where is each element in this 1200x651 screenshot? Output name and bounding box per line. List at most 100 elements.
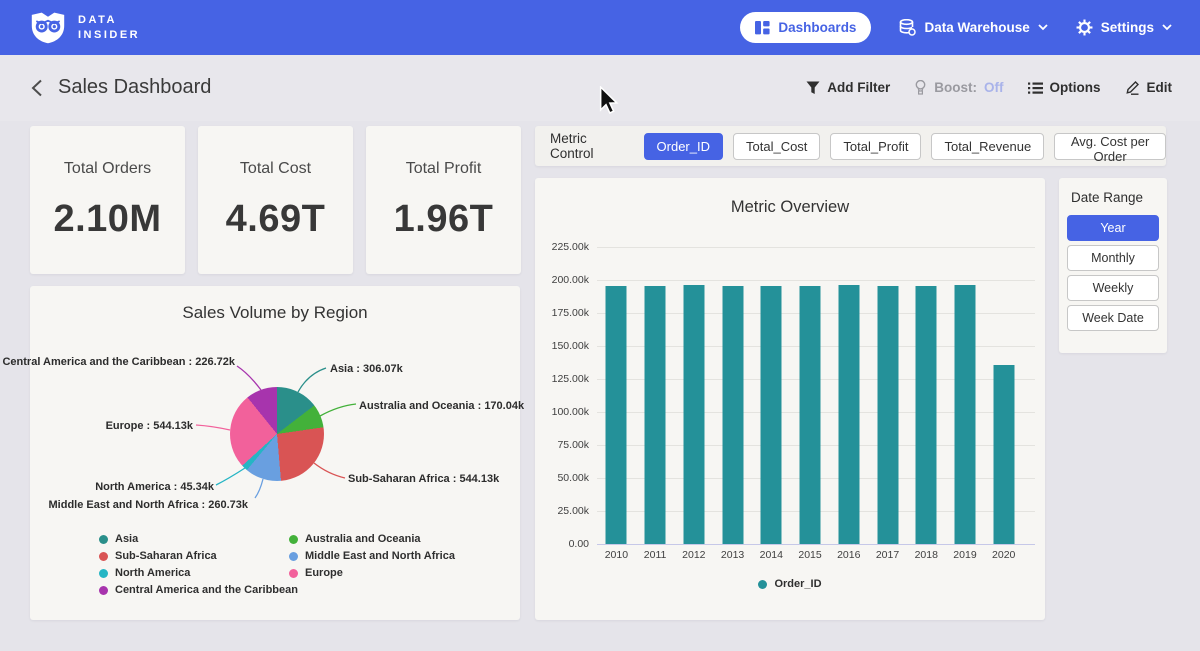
date-range-year[interactable]: Year	[1067, 215, 1159, 241]
add-filter-button[interactable]: Add Filter	[806, 80, 890, 95]
pie-legend-column: Australia and Oceania Middle East and Nor…	[289, 533, 455, 579]
legend-dot	[99, 586, 108, 595]
x-tick-label: 2013	[713, 549, 752, 561]
pie-leader-line	[320, 404, 356, 416]
bar-2015[interactable]	[800, 286, 821, 544]
bar-2016[interactable]	[838, 285, 859, 544]
bar-2010[interactable]	[606, 286, 627, 544]
options-button[interactable]: Options	[1028, 80, 1101, 95]
bar-chart-x-axis: 2010201120122013201420152016201720182019…	[597, 549, 1023, 561]
boost-state: Off	[984, 80, 1004, 95]
bar-chart-y-axis: 0.0025.00k50.00k75.00k100.00k125.00k150.…	[535, 247, 589, 544]
pie-leader-line	[255, 479, 263, 498]
pie-callout-europe: Europe : 544.13k	[106, 420, 193, 432]
kpi-card-total-cost: Total Cost 4.69T	[198, 126, 353, 274]
options-list-icon	[1028, 82, 1043, 94]
pie-legend-label: Asia	[115, 533, 138, 545]
kpi-label: Total Cost	[240, 160, 311, 178]
nav-dashboards-label: Dashboards	[778, 20, 856, 35]
nav-settings[interactable]: Settings	[1076, 19, 1172, 36]
edit-label: Edit	[1147, 80, 1173, 95]
legend-dot	[758, 580, 767, 589]
date-range-week-date[interactable]: Week Date	[1067, 305, 1159, 331]
bar-slot-2016	[829, 247, 868, 544]
y-tick-label: 25.00k	[557, 505, 589, 517]
date-range-weekly[interactable]: Weekly	[1067, 275, 1159, 301]
x-tick-label: 2016	[829, 549, 868, 561]
top-navigation: Dashboards Data Warehouse	[740, 0, 1172, 55]
pie-legend-item-australia-and-oceania[interactable]: Australia and Oceania	[289, 533, 455, 545]
pie-callout-asia: Asia : 306.07k	[330, 363, 403, 375]
x-tick-label: 2018	[907, 549, 946, 561]
y-tick-label: 175.00k	[552, 307, 589, 319]
pie-callout-north-america: North America : 45.34k	[95, 481, 214, 493]
legend-dot	[289, 552, 298, 561]
pie-chart[interactable]	[230, 387, 324, 481]
bar-slot-2014	[752, 247, 791, 544]
y-tick-label: 200.00k	[552, 274, 589, 286]
edit-button[interactable]: Edit	[1125, 80, 1173, 95]
legend-dot	[99, 552, 108, 561]
chevron-down-icon	[1162, 24, 1172, 31]
bar-2019[interactable]	[954, 285, 975, 544]
pie-leader-line	[196, 425, 230, 430]
pie-callout-australia-and-oceania: Australia and Oceania : 170.04k	[359, 400, 524, 412]
bar-2011[interactable]	[645, 286, 666, 544]
pie-leader-line	[216, 468, 245, 485]
bar-2018[interactable]	[916, 286, 937, 544]
bar-legend-item-order-id[interactable]: Order_ID	[758, 578, 821, 590]
add-filter-label: Add Filter	[827, 80, 890, 95]
kpi-label: Total Orders	[64, 160, 151, 178]
x-tick-label: 2014	[752, 549, 791, 561]
date-range-title: Date Range	[1071, 190, 1159, 205]
boost-toggle[interactable]: Boost: Off	[914, 80, 1003, 95]
metric-chip-total-revenue[interactable]: Total_Revenue	[931, 133, 1044, 160]
pie-legend-item-middle-east-and-north-africa[interactable]: Middle East and North Africa	[289, 550, 455, 562]
bar-2020[interactable]	[993, 365, 1014, 544]
metric-chip-avg-cost-per-order[interactable]: Avg. Cost per Order	[1054, 133, 1166, 160]
pie-legend-label: Middle East and North Africa	[305, 550, 455, 562]
kpi-value: 4.69T	[226, 198, 326, 241]
legend-dot	[289, 569, 298, 578]
top-navbar: DATA INSIDER Dashboards Data Warehouse	[0, 0, 1200, 55]
bar-slot-2012	[674, 247, 713, 544]
bar-2017[interactable]	[877, 286, 898, 544]
date-range-monthly[interactable]: Monthly	[1067, 245, 1159, 271]
bar-slot-2015	[791, 247, 830, 544]
brand-logo[interactable]: DATA INSIDER	[30, 11, 140, 44]
nav-data-warehouse[interactable]: Data Warehouse	[899, 19, 1047, 36]
bar-chart-title: Metric Overview	[535, 198, 1045, 217]
pie-legend-item-europe[interactable]: Europe	[289, 567, 455, 579]
y-tick-label: 150.00k	[552, 340, 589, 352]
chevron-down-icon	[1038, 24, 1048, 31]
y-tick-label: 0.00	[569, 538, 589, 550]
bar-2014[interactable]	[761, 286, 782, 544]
kpi-value: 1.96T	[394, 198, 494, 241]
metric-chip-total-profit[interactable]: Total_Profit	[830, 133, 921, 160]
back-chevron-icon[interactable]	[28, 79, 46, 97]
pie-legend-item-sub-saharan-africa[interactable]: Sub-Saharan Africa	[99, 550, 298, 562]
bar-chart-legend: Order_ID	[535, 578, 1045, 590]
metric-chip-order-id[interactable]: Order_ID	[644, 133, 723, 160]
x-tick-label: 2011	[636, 549, 675, 561]
bar-2012[interactable]	[683, 285, 704, 544]
bar-2013[interactable]	[722, 286, 743, 544]
pie-leader-line	[237, 366, 261, 390]
y-tick-label: 75.00k	[557, 439, 589, 451]
pie-legend-item-central-america-and-the-caribbean[interactable]: Central America and the Caribbean	[99, 584, 298, 596]
metric-overview-chart-card: Metric Overview 0.0025.00k50.00k75.00k10…	[535, 178, 1045, 620]
bar-slot-2020	[984, 247, 1023, 544]
legend-dot	[99, 569, 108, 578]
pie-leader-line	[314, 463, 345, 478]
metric-chip-total-cost[interactable]: Total_Cost	[733, 133, 820, 160]
options-label: Options	[1050, 80, 1101, 95]
kpi-card-total-orders: Total Orders2.10M	[30, 126, 185, 274]
x-tick-label: 2012	[674, 549, 713, 561]
pie-legend-item-north-america[interactable]: North America	[99, 567, 298, 579]
boost-balloon-icon	[914, 80, 927, 95]
nav-dashboards-button[interactable]: Dashboards	[740, 12, 871, 43]
bar-slot-2011	[636, 247, 675, 544]
bar-slot-2019	[946, 247, 985, 544]
boost-label: Boost:	[934, 80, 977, 95]
pie-legend-item-asia[interactable]: Asia	[99, 533, 298, 545]
